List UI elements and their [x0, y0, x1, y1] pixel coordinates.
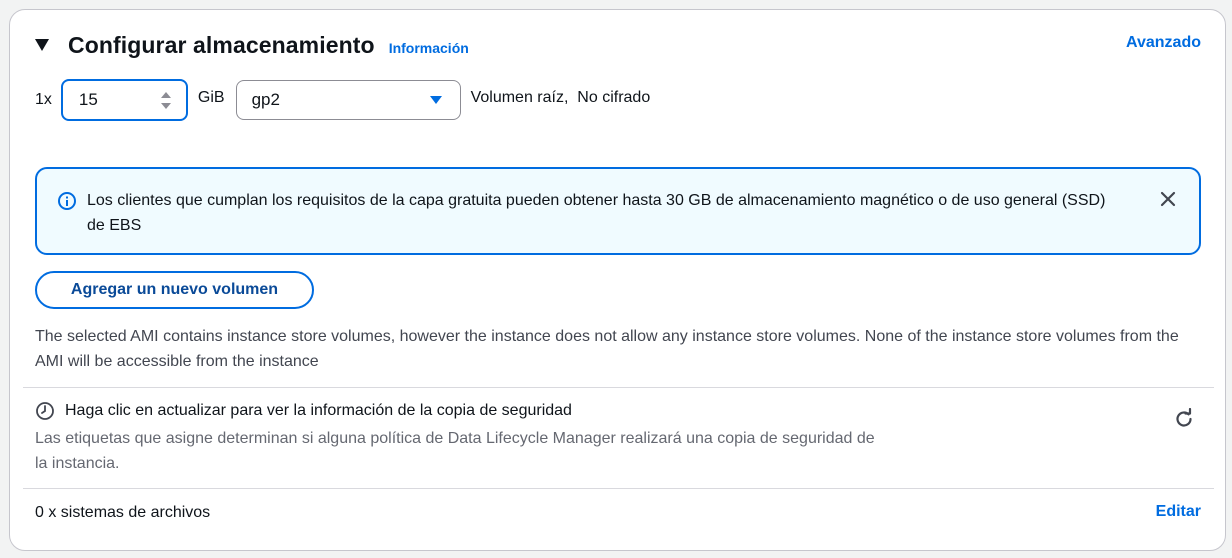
file-systems-label: 0 x sistemas de archivos [35, 504, 211, 521]
panel-header: Configurar almacenamiento Información [34, 30, 469, 60]
root-volume-row: 1x 15 GiB gp2 Volumen raíz, No cifrado [35, 79, 650, 121]
info-icon [57, 191, 77, 216]
section-title: Configurar almacenamiento [68, 31, 375, 58]
advanced-link[interactable]: Avanzado [1126, 34, 1201, 52]
storage-panel: Configurar almacenamiento Información Av… [9, 9, 1226, 551]
volume-unit: GiB [197, 89, 225, 106]
refresh-icon[interactable] [1173, 407, 1195, 435]
divider [23, 488, 1214, 489]
stepper-icon[interactable] [160, 91, 172, 110]
add-volume-button[interactable]: Agregar un nuevo volumen [35, 271, 314, 309]
volume-multiplier: 1x [35, 91, 52, 108]
close-icon[interactable] [1160, 191, 1176, 212]
ami-instance-store-note: The selected AMI contains instance store… [35, 328, 1179, 370]
free-tier-alert: Los clientes que cumplan los requisitos … [35, 167, 1201, 255]
volume-type-value: gp2 [251, 90, 280, 109]
alert-text: Los clientes que cumplan los requisitos … [87, 192, 1106, 234]
volume-size-value: 15 [78, 90, 98, 109]
volume-description: Volumen raíz, No cifrado [470, 89, 651, 106]
caret-down-icon[interactable] [34, 35, 54, 55]
edit-file-systems-link[interactable]: Editar [1156, 503, 1201, 521]
volume-type-select[interactable]: gp2 [235, 80, 461, 120]
backup-title-text: Haga clic en actualizar para ver la info… [65, 402, 572, 419]
divider [23, 387, 1214, 388]
volume-size-input[interactable]: 15 [60, 79, 188, 121]
dropdown-caret-icon [429, 90, 443, 110]
backup-info-title: Haga clic en actualizar para ver la info… [35, 401, 572, 421]
clock-icon [35, 401, 55, 421]
info-link[interactable]: Información [389, 40, 469, 56]
backup-description: Las etiquetas que asigne determinan si a… [35, 430, 875, 472]
